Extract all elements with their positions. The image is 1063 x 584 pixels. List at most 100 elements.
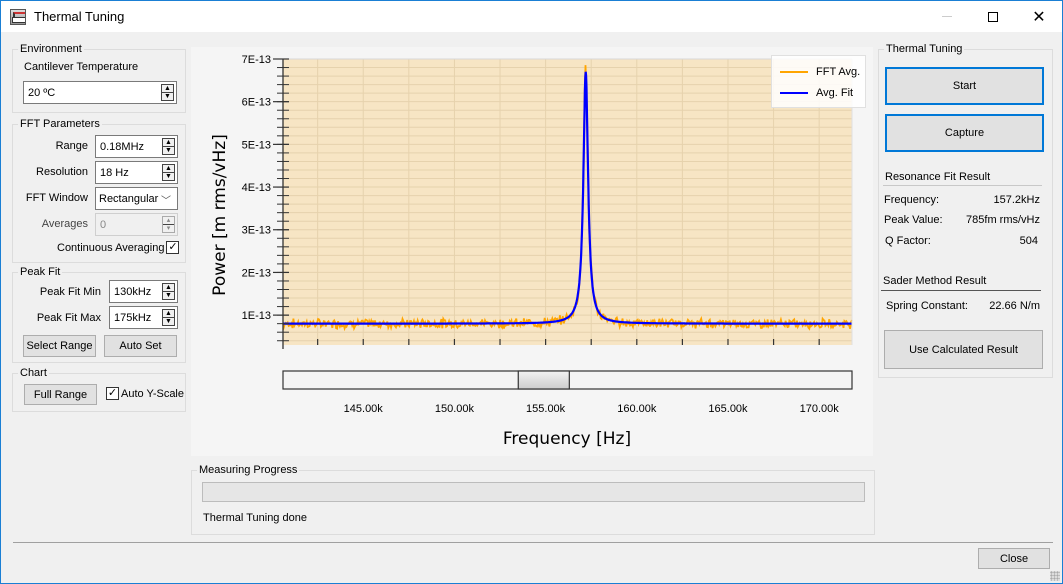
chevron-down-icon: ﹀ — [161, 196, 171, 207]
resolution-label: Resolution — [36, 166, 88, 178]
y-tick-label: 3E-13 — [242, 225, 271, 237]
x-axis-label: Frequency [Hz] — [503, 429, 631, 449]
spin-down-icon[interactable]: ▼ — [163, 318, 174, 325]
peak-fit-max-value: 175kHz — [114, 311, 152, 324]
fft-window-label: FFT Window — [25, 192, 88, 204]
spectrum-chart-svg: 1E-13 2E-13 3E-13 4E-13 5E-13 6E-13 7E-13 145.0… — [210, 54, 853, 449]
sader-divider — [881, 290, 1041, 291]
use-calculated-result-button[interactable]: Use Calculated Result — [884, 330, 1043, 369]
auto-y-scale-checkbox[interactable]: ✓ Auto Y-Scale — [106, 387, 184, 400]
y-tick-label: 2E-13 — [242, 267, 271, 279]
range-value: 0.18MHz — [100, 140, 145, 153]
avg-fit-legend-swatch — [780, 92, 808, 94]
spin-up-icon[interactable]: ▲ — [163, 284, 174, 292]
avg-fit-legend-label: Avg. Fit — [816, 87, 854, 99]
spin-down-icon[interactable]: ▼ — [163, 173, 174, 180]
y-tick-label: 7E-13 — [242, 54, 271, 66]
peak-fit-min-label: Peak Fit Min — [39, 286, 101, 298]
peak-fit-legend: Peak Fit — [20, 266, 61, 278]
spin-up-icon[interactable]: ▲ — [163, 310, 174, 318]
averages-spinbox[interactable]: 0 ▴ ▾ — [95, 213, 178, 236]
resolution-value: 18 Hz — [100, 166, 129, 179]
x-tick-label: 155.00k — [526, 403, 566, 415]
maximize-icon — [988, 11, 998, 22]
chart-scrollbar-thumb[interactable] — [517, 370, 570, 390]
capture-button[interactable]: Capture — [885, 114, 1044, 152]
spin-up-icon[interactable]: ▲ — [163, 165, 174, 173]
spin-up-icon: ▴ — [163, 217, 174, 225]
spin-up-icon[interactable]: ▲ — [163, 139, 174, 147]
range-spinbox[interactable]: 0.18MHz ▲ ▼ — [95, 135, 178, 158]
spin-down-icon[interactable]: ▼ — [163, 147, 174, 154]
spring-constant-label: Spring Constant: — [886, 300, 968, 312]
close-icon: ✕ — [1032, 8, 1046, 26]
x-tick-label: 160.00k — [617, 403, 657, 415]
spectrum-chart[interactable]: 1E-13 2E-13 3E-13 4E-13 5E-13 6E-13 7E-13 145.0… — [191, 47, 873, 456]
fft-avg-legend-label: FFT Avg. — [816, 66, 861, 78]
spin-down-icon[interactable]: ▼ — [162, 93, 173, 100]
maximize-button[interactable] — [970, 1, 1016, 32]
temperature-spinbox[interactable]: 20 ºC ▲ ▼ — [23, 81, 177, 104]
continuous-averaging-checkbox[interactable]: Continuous Averaging ✓ — [57, 241, 180, 254]
y-tick-label: 4E-13 — [242, 182, 271, 194]
measuring-progress-bar — [202, 482, 865, 502]
select-range-button[interactable]: Select Range — [23, 335, 96, 357]
checkmark-icon: ✓ — [106, 387, 119, 400]
chart-legend-box: FFT Avg. Avg. Fit — [771, 55, 866, 108]
cantilever-temperature-label: Cantilever Temperature — [24, 61, 139, 73]
start-button[interactable]: Start — [885, 67, 1044, 105]
resize-grip-icon[interactable] — [1050, 571, 1060, 581]
fft-parameters-legend: FFT Parameters — [20, 118, 100, 130]
averages-value: 0 — [100, 218, 107, 231]
footer-divider — [13, 542, 1053, 543]
resonance-divider — [883, 185, 1042, 186]
q-factor-value: 504 — [1019, 235, 1038, 247]
temperature-value: 20 ºC — [28, 86, 56, 99]
y-tick-label: 6E-13 — [242, 97, 271, 109]
auto-set-button[interactable]: Auto Set — [104, 335, 177, 357]
spin-up-icon[interactable]: ▲ — [162, 85, 173, 93]
y-axis-label: Power [m rms/vHz] — [210, 134, 230, 296]
x-tick-label: 150.00k — [435, 403, 475, 415]
spin-down-icon[interactable]: ▼ — [163, 292, 174, 299]
peak-fit-min-spinbox[interactable]: 130kHz ▲ ▼ — [109, 280, 178, 303]
full-range-button[interactable]: Full Range — [24, 384, 97, 405]
peak-value: 785fm rms/vHz — [966, 214, 1040, 226]
close-button[interactable]: Close — [978, 548, 1050, 569]
fft-window-select[interactable]: Rectangular ﹀ — [95, 187, 178, 210]
title-bar: Thermal Tuning ✕ — [1, 1, 1062, 32]
resolution-spinbox[interactable]: 18 Hz ▲ ▼ — [95, 161, 178, 184]
frequency-value: 157.2kHz — [993, 194, 1040, 206]
x-tick-label: 145.00k — [344, 403, 384, 415]
thermal-tuning-legend: Thermal Tuning — [886, 43, 963, 55]
averages-label: Averages — [41, 218, 88, 230]
range-label: Range — [55, 140, 88, 152]
spin-down-icon: ▾ — [166, 225, 171, 232]
checkmark-icon: ✓ — [166, 241, 180, 254]
fft-window-value: Rectangular — [99, 192, 159, 205]
x-tick-label: 165.00k — [708, 403, 748, 415]
auto-y-scale-label: Auto Y-Scale — [121, 387, 184, 400]
y-tick-label: 5E-13 — [242, 139, 271, 151]
resonance-fit-header: Resonance Fit Result — [885, 171, 991, 183]
frequency-label: Frequency: — [884, 194, 940, 206]
fft-avg-legend-swatch — [780, 71, 808, 73]
environment-legend: Environment — [20, 43, 82, 55]
x-tick-label: 170.00k — [800, 403, 840, 415]
chart-legend: Chart — [20, 367, 47, 379]
measuring-progress-legend: Measuring Progress — [199, 464, 298, 476]
sader-method-header: Sader Method Result — [883, 275, 987, 287]
window-title: Thermal Tuning — [34, 9, 125, 24]
status-text: Thermal Tuning done — [203, 512, 307, 524]
peak-fit-max-spinbox[interactable]: 175kHz ▲ ▼ — [109, 306, 178, 329]
spring-constant-value: 22.66 N/m — [989, 300, 1040, 312]
peak-fit-min-value: 130kHz — [114, 285, 152, 298]
thermal-tuning-window: Thermal Tuning ✕ Environment Cantilever … — [0, 0, 1063, 584]
peak-value-label: Peak Value: — [884, 214, 943, 226]
close-window-button[interactable]: ✕ — [1016, 1, 1062, 32]
minimize-button[interactable] — [924, 1, 970, 32]
continuous-averaging-label: Continuous Averaging — [57, 241, 165, 254]
y-tick-label: 1E-13 — [242, 310, 271, 322]
minimize-icon — [942, 16, 952, 17]
q-factor-label: Q Factor: — [885, 235, 931, 247]
